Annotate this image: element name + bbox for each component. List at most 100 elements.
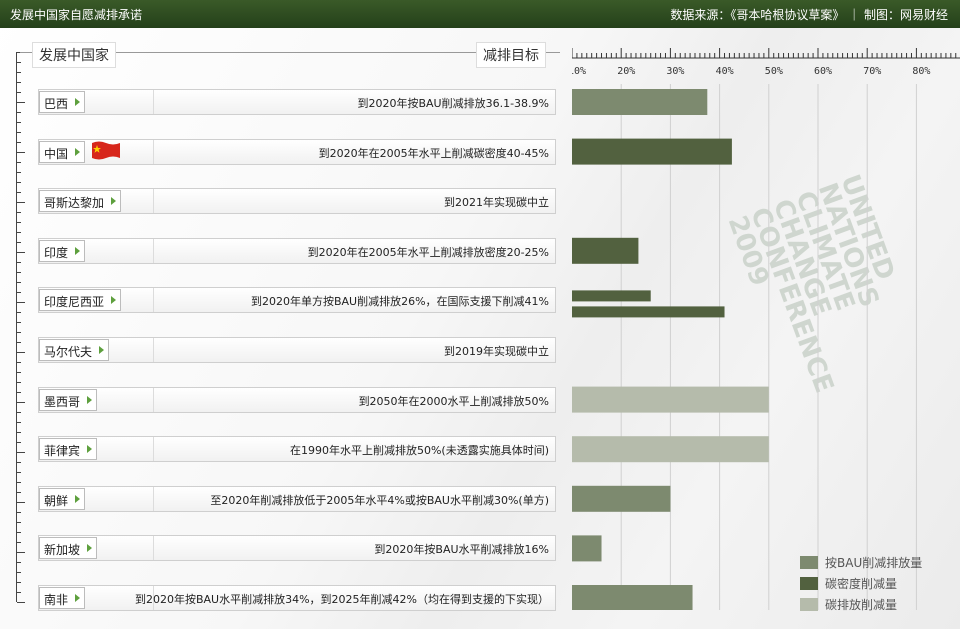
country-button[interactable]: 中国 [39, 141, 86, 163]
row-divider [153, 288, 154, 312]
chart-title: 发展中国家自愿减排承诺 [10, 8, 143, 22]
title-bar: 发展中国家自愿减排承诺 数据来源：《哥本哈根协议草案》 ｜ 制图：网易财经 [0, 0, 960, 28]
reduction-goal: 到2020年单方按BAU削减排放26%，在国际支援下削减41% [250, 295, 549, 308]
ruler-tick [17, 162, 21, 163]
source-note: 数据来源：《哥本哈根协议草案》 ｜ 制图：网易财经 [670, 8, 948, 22]
country-button[interactable]: 菲律宾 [39, 438, 98, 460]
ruler-tick [17, 332, 21, 333]
ruler-tick [17, 532, 21, 533]
bar [572, 386, 769, 413]
ruler-tick [17, 62, 21, 63]
country-button[interactable]: 马尔代夫 [39, 339, 110, 361]
row-divider [153, 487, 154, 511]
bar [572, 89, 708, 115]
ruler-tick [17, 312, 21, 313]
row-divider [153, 536, 154, 560]
ruler-tick [17, 252, 25, 253]
ruler-tick [17, 592, 21, 593]
left-header: 发展中国家 [32, 42, 116, 68]
ruler-tick [17, 542, 21, 543]
ruler-tick [17, 212, 21, 213]
country-name: 马尔代夫 [44, 345, 93, 359]
play-arrow-icon [75, 148, 81, 156]
ruler-tick [17, 352, 25, 353]
ruler-tick [17, 482, 21, 483]
play-arrow-icon [75, 247, 81, 255]
row-divider [153, 140, 154, 164]
ruler-tick [17, 82, 21, 83]
tick-label: 40% [716, 66, 734, 77]
bar [572, 138, 732, 165]
ruler-tick [17, 502, 25, 503]
legend: 按BAU削减排放量 碳密度削减量 碳排放削减量 [800, 552, 922, 615]
ruler-tick [17, 522, 21, 523]
bar [572, 585, 693, 610]
play-arrow-icon [75, 495, 81, 503]
reduction-goal: 至2020年削减排放低于2005年水平4%或按BAU水平削减30%(单方) [210, 494, 549, 507]
country-button[interactable]: 哥斯达黎加 [39, 190, 122, 212]
ruler-tick [17, 192, 21, 193]
row-divider [153, 189, 154, 213]
play-arrow-icon [87, 396, 93, 404]
play-arrow-icon [111, 296, 117, 304]
ruler-tick [17, 342, 21, 343]
bar [572, 237, 639, 264]
country-button[interactable]: 新加坡 [39, 537, 98, 559]
table-row: 菲律宾 在1990年水平上削减排放50%(未透露实施具体时间) [38, 436, 556, 462]
chart-root: 发展中国家自愿减排承诺 数据来源：《哥本哈根协议草案》 ｜ 制图：网易财经 UN… [0, 0, 960, 629]
row-divider [153, 90, 154, 114]
tick-label: 80% [912, 66, 930, 77]
ruler-tick [17, 172, 21, 173]
ruler-tick [17, 472, 21, 473]
tick-label: 30% [666, 66, 684, 77]
table-row: 巴西 到2020年按BAU削减排放36.1-38.9% [38, 89, 556, 115]
ruler-tick [17, 202, 25, 203]
legend-label: 按BAU削减排放量 [825, 556, 923, 570]
country-button[interactable]: 朝鲜 [39, 488, 86, 510]
table-row: 中国 到2020年在2005年水平上削减碳密度40-45% [38, 139, 556, 165]
play-arrow-icon [99, 346, 105, 354]
ruler-tick [17, 292, 21, 293]
right-header: 减排目标 [476, 42, 546, 68]
ruler-tick [17, 392, 21, 393]
country-button[interactable]: 南非 [39, 587, 86, 609]
legend-label: 碳密度削减量 [825, 577, 898, 591]
table-row: 马尔代夫 到2019年实现碳中立 [38, 337, 556, 363]
country-button[interactable]: 墨西哥 [39, 389, 98, 411]
bar [572, 485, 671, 512]
legend-swatch [800, 556, 818, 569]
legend-swatch [800, 598, 818, 611]
ruler-tick [17, 432, 21, 433]
ruler-tick [17, 272, 21, 273]
play-arrow-icon [111, 197, 117, 205]
ruler-tick [17, 372, 21, 373]
country-name: 中国 [44, 147, 69, 161]
ruler-tick [17, 242, 21, 243]
ruler-tick [17, 182, 21, 183]
ruler-tick [17, 232, 21, 233]
bar [572, 290, 651, 302]
country-name: 印度尼西亚 [44, 295, 105, 309]
ruler-tick [17, 422, 21, 423]
reduction-goal: 到2020年在2005年水平上削减排放密度20-25% [307, 246, 549, 259]
ruler-tick [17, 412, 21, 413]
ruler-tick [17, 102, 25, 103]
table-row: 南非 到2020年按BAU水平削减排放34%，到2025年削减42%（均在得到支援… [38, 585, 556, 611]
ruler-tick [17, 282, 21, 283]
ruler-tick [17, 72, 21, 73]
country-name: 巴西 [44, 97, 69, 111]
country-button[interactable]: 巴西 [39, 91, 86, 113]
reduction-goal: 到2050年在2000水平上削减排放50% [358, 395, 549, 408]
bar-plot: 10% 20% 30% 40% 50% 60% 70% 80% [572, 48, 960, 610]
row-divider [153, 239, 154, 263]
bar [572, 535, 602, 562]
ruler-tick [17, 122, 21, 123]
country-button[interactable]: 印度 [39, 240, 86, 262]
tick-label: 50% [765, 66, 783, 77]
reduction-goal: 在1990年水平上削减排放50%(未透露实施具体时间) [289, 444, 549, 457]
ruler-tick [17, 132, 21, 133]
country-button[interactable]: 印度尼西亚 [39, 289, 122, 311]
country-name: 新加坡 [44, 543, 81, 557]
country-name: 南非 [44, 593, 69, 607]
legend-item: 碳密度削减量 [800, 573, 922, 594]
